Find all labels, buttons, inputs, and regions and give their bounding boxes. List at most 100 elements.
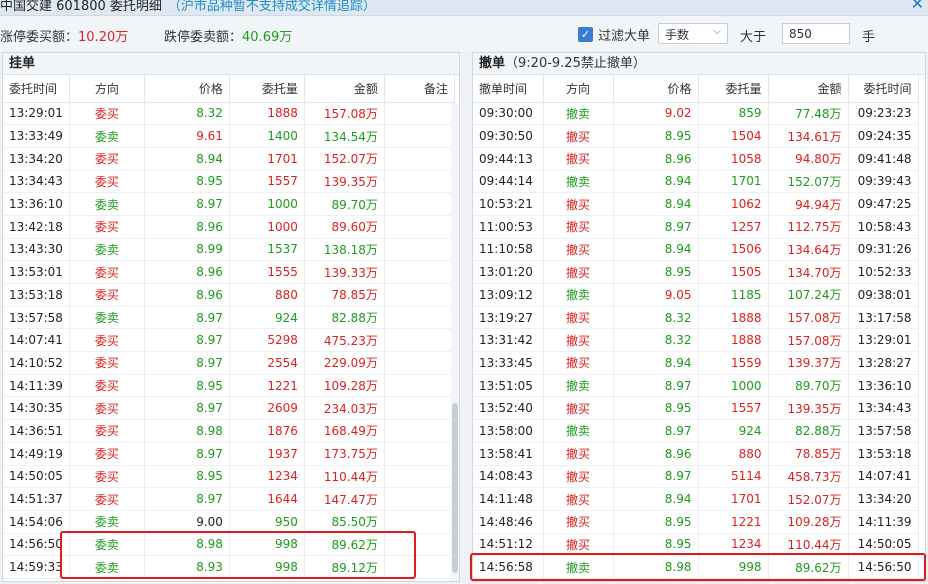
price-cell: 8.95 — [144, 374, 230, 398]
amount-cell: 152.07万 — [304, 147, 385, 171]
col-price[interactable]: 价格 — [144, 75, 230, 103]
table-row[interactable]: 10:53:21 撤买 8.94 1062 94.94万 09:47:25 — [473, 192, 919, 216]
table-row[interactable]: 13:33:45 撤买 8.94 1559 139.37万 13:28:27 — [473, 351, 919, 375]
pending-scrollbar-thumb[interactable] — [452, 403, 458, 573]
quantity-cell: 1876 — [229, 419, 305, 443]
price-cell: 8.97 — [144, 306, 230, 330]
amount-cell: 78.85万 — [768, 442, 849, 466]
table-row[interactable]: 09:30:50 撤买 8.95 1504 134.61万 09:24:35 — [473, 124, 919, 148]
table-row[interactable]: 14:59:33 委卖 8.93 998 89.12万 — [3, 555, 455, 579]
table-row[interactable]: 13:01:20 撤买 8.95 1505 134.70万 10:52:33 — [473, 260, 919, 284]
time-cell: 14:48:46 — [473, 510, 544, 534]
note-cell — [384, 351, 455, 375]
note-cell — [384, 170, 455, 194]
note-cell — [384, 487, 455, 511]
quantity-cell: 1058 — [698, 147, 769, 171]
amount-cell: 475.23万 — [304, 328, 385, 353]
col-cancel-time[interactable]: 撤单时间 — [473, 75, 544, 103]
table-row[interactable]: 14:51:12 撤买 8.95 1234 110.44万 14:50:05 — [473, 533, 919, 557]
check-icon[interactable]: ✓ — [578, 27, 593, 42]
order-time-cell: 13:17:58 — [848, 306, 919, 330]
col-amount[interactable]: 金额 — [304, 75, 385, 103]
table-row[interactable]: 14:54:06 委卖 9.00 950 85.50万 — [3, 510, 455, 534]
amount-cell: 134.70万 — [768, 260, 849, 284]
table-row[interactable]: 14:08:43 撤买 8.97 5114 458.73万 14:07:41 — [473, 465, 919, 489]
pending-scrollbar[interactable] — [451, 103, 459, 581]
table-row[interactable]: 11:00:53 撤买 8.97 1257 112.75万 10:58:43 — [473, 215, 919, 239]
note-cell — [384, 238, 455, 262]
table-row[interactable]: 13:33:49 委卖 9.61 1400 134.54万 — [3, 124, 455, 148]
order-time-cell: 14:11:39 — [848, 510, 919, 534]
table-row[interactable]: 14:56:58 撤卖 8.98 998 89.62万 14:56:50 — [473, 555, 919, 579]
table-row[interactable]: 14:11:39 委买 8.95 1221 109.28万 — [3, 374, 455, 398]
quantity-cell: 1888 — [229, 102, 305, 126]
col-quantity[interactable]: 委托量 — [698, 75, 769, 103]
direction-cell: 撤卖 — [543, 374, 614, 398]
table-row[interactable]: 13:53:01 委买 8.96 1555 139.33万 — [3, 260, 455, 284]
table-row[interactable]: 14:51:37 委买 8.97 1644 147.47万 — [3, 487, 455, 511]
note-cell — [384, 555, 455, 579]
table-row[interactable]: 13:53:18 委买 8.96 880 78.85万 — [3, 283, 455, 307]
time-cell: 14:08:43 — [473, 465, 544, 489]
order-time-cell: 09:39:43 — [848, 170, 919, 194]
threshold-input[interactable] — [782, 23, 850, 44]
table-row[interactable]: 13:52:40 撤买 8.95 1557 139.35万 13:34:43 — [473, 396, 919, 421]
table-row[interactable]: 09:30:00 撤卖 9.02 859 77.48万 09:23:23 — [473, 102, 919, 126]
table-row[interactable]: 13:57:58 委卖 8.97 924 82.88万 — [3, 306, 455, 330]
pending-orders-table: 委托时间 方向 价格 委托量 金额 备注 13:29:01 委买 8.32 1888 1… — [3, 75, 455, 579]
table-row[interactable]: 14:49:19 委买 8.97 1937 173.75万 — [3, 442, 455, 466]
price-cell: 8.97 — [613, 465, 699, 489]
table-row[interactable]: 13:43:30 委卖 8.99 1537 138.18万 — [3, 238, 455, 262]
table-row[interactable]: 14:48:46 撤买 8.95 1221 109.28万 14:11:39 — [473, 510, 919, 534]
table-row[interactable]: 14:50:05 委买 8.95 1234 110.44万 — [3, 465, 455, 489]
unit-select[interactable]: 手数 ⌵ — [658, 23, 728, 44]
table-row[interactable]: 13:31:42 撤买 8.32 1888 157.08万 13:29:01 — [473, 328, 919, 353]
col-order-time[interactable]: 委托时间 — [848, 75, 919, 103]
direction-cell: 委卖 — [69, 192, 145, 216]
order-time-cell: 13:34:20 — [848, 487, 919, 511]
quantity-cell: 1559 — [698, 351, 769, 375]
table-row[interactable]: 13:19:27 撤买 8.32 1888 157.08万 13:17:58 — [473, 306, 919, 330]
table-row[interactable]: 13:58:41 撤买 8.96 880 78.85万 13:53:18 — [473, 442, 919, 466]
col-quantity[interactable]: 委托量 — [229, 75, 305, 103]
table-row[interactable]: 13:58:00 撤卖 8.97 924 82.88万 13:57:58 — [473, 419, 919, 443]
close-icon[interactable]: ✕ — [911, 0, 924, 12]
col-amount[interactable]: 金额 — [768, 75, 849, 103]
table-row[interactable]: 09:44:14 撤卖 8.94 1701 152.07万 09:39:43 — [473, 170, 919, 194]
direction-cell: 委买 — [69, 396, 145, 421]
amount-cell: 82.88万 — [768, 419, 849, 443]
col-direction[interactable]: 方向 — [69, 75, 145, 103]
quantity-cell: 1555 — [229, 260, 305, 284]
table-row[interactable]: 14:36:51 委买 8.98 1876 168.49万 — [3, 419, 455, 443]
table-row[interactable]: 11:10:58 撤买 8.94 1506 134.64万 09:31:26 — [473, 238, 919, 262]
table-row[interactable]: 13:34:20 委买 8.94 1701 152.07万 — [3, 147, 455, 171]
direction-cell: 撤买 — [543, 465, 614, 489]
table-row[interactable]: 13:29:01 委买 8.32 1888 157.08万 — [3, 102, 455, 126]
amount-cell: 173.75万 — [304, 442, 385, 466]
col-note[interactable]: 备注 — [384, 75, 455, 103]
table-row[interactable]: 14:56:50 委卖 8.98 998 89.62万 — [3, 533, 455, 557]
col-direction[interactable]: 方向 — [543, 75, 614, 103]
table-row[interactable]: 09:44:13 撤买 8.96 1058 94.80万 09:41:48 — [473, 147, 919, 171]
col-price[interactable]: 价格 — [613, 75, 699, 103]
table-row[interactable]: 13:51:05 撤卖 8.97 1000 89.70万 13:36:10 — [473, 374, 919, 398]
order-time-cell: 14:56:50 — [848, 555, 919, 579]
table-row[interactable]: 14:07:41 委买 8.97 5298 475.23万 — [3, 328, 455, 353]
order-time-cell: 14:50:05 — [848, 533, 919, 557]
table-row[interactable]: 14:30:35 委买 8.97 2609 234.03万 — [3, 396, 455, 421]
direction-cell: 撤卖 — [543, 555, 614, 579]
order-time-cell: 10:58:43 — [848, 215, 919, 239]
col-order-time[interactable]: 委托时间 — [3, 75, 70, 103]
direction-cell: 委买 — [69, 283, 145, 307]
order-time-cell: 09:24:35 — [848, 124, 919, 148]
cancelled-orders-title: 撤单 — [479, 56, 506, 71]
table-row[interactable]: 14:10:52 委买 8.97 2554 229.09万 — [3, 351, 455, 375]
filter-large-orders[interactable]: ✓ 过滤大单 — [578, 25, 650, 44]
unit-select-value: 手数 — [665, 28, 690, 42]
table-row[interactable]: 13:34:43 委买 8.95 1557 139.35万 — [3, 170, 455, 194]
table-row[interactable]: 14:11:48 撤买 8.94 1701 152.07万 13:34:20 — [473, 487, 919, 511]
limit-down-value: 40.69万 — [242, 30, 293, 45]
table-row[interactable]: 13:42:18 委买 8.96 1000 89.60万 — [3, 215, 455, 239]
table-row[interactable]: 13:09:12 撤卖 9.05 1185 107.24万 09:38:01 — [473, 283, 919, 307]
table-row[interactable]: 13:36:10 委卖 8.97 1000 89.70万 — [3, 192, 455, 216]
